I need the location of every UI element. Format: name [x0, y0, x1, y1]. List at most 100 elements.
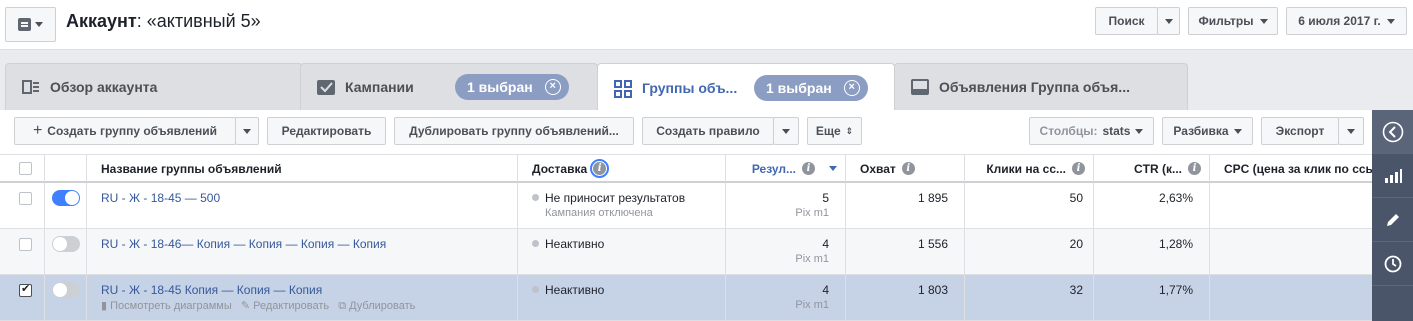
chevron-down-icon — [35, 22, 43, 27]
badge-label: 1 выбран — [766, 79, 832, 96]
more-button[interactable]: Еще ⇕ — [807, 117, 862, 145]
clock-icon — [1384, 255, 1401, 272]
create-ad-set-button[interactable]: + Создать группу объявлений — [14, 117, 236, 145]
delivery-cell: Не приносит результатов Кампания отключе… — [518, 183, 726, 229]
clear-selection-icon[interactable]: × — [843, 79, 860, 96]
ctr-cell: 1,77% — [1094, 275, 1210, 321]
chevron-down-icon — [1164, 18, 1173, 24]
reach-cell: 1 556 — [846, 229, 965, 275]
view-charts-link[interactable]: ▮ Посмотреть диаграммы — [101, 300, 232, 312]
clicks-value: 32 — [1069, 283, 1083, 297]
row-checkbox[interactable] — [19, 238, 32, 251]
search-label: Поиск — [1108, 14, 1145, 28]
toggle-cell — [45, 275, 87, 321]
column-header-name[interactable]: Название группы объявлений — [87, 155, 518, 182]
filters-button[interactable]: Фильтры — [1188, 7, 1278, 35]
duplicate-label: Дублировать группу объявлений... — [409, 124, 619, 138]
columns-button[interactable]: Столбцы: stats — [1029, 117, 1154, 145]
toggle-cell — [45, 229, 87, 275]
rule-dropdown-button[interactable] — [773, 117, 799, 145]
table-row[interactable]: RU - Ж - 18-46— Копия — Копия — Копия — … — [0, 229, 1372, 275]
action-toolbar: + Создать группу объявлений Редактироват… — [0, 110, 1372, 154]
column-header-reach[interactable]: Охват i — [846, 155, 965, 182]
duplicate-link[interactable]: ⧉ Дублировать — [338, 300, 415, 312]
plus-icon: + — [32, 122, 43, 139]
ctr-cell: 2,63% — [1094, 183, 1210, 229]
column-header-delivery[interactable]: Доставка i — [518, 155, 726, 182]
create-dropdown-button[interactable] — [235, 117, 259, 145]
breakdown-button[interactable]: Разбивка — [1162, 117, 1253, 145]
columns-value: stats — [1102, 124, 1131, 138]
grid-icon — [614, 79, 632, 98]
duplicate-button[interactable]: Дублировать группу объявлений... — [394, 117, 634, 145]
select-all-cell — [0, 155, 45, 182]
clicks-cell: 50 — [965, 183, 1094, 229]
column-header-ctr[interactable]: CTR (к... i — [1094, 155, 1210, 182]
column-label: Клики на сс... — [986, 161, 1066, 176]
reach-value: 1 895 — [917, 191, 948, 205]
charts-label: Посмотреть диаграммы — [110, 300, 232, 312]
info-icon[interactable]: i — [802, 162, 815, 175]
column-header-results[interactable]: Резул... i — [726, 155, 846, 182]
filters-label: Фильтры — [1198, 14, 1254, 28]
results-cell: 5 Pix m1 — [726, 183, 846, 229]
rule-label: Создать правило — [656, 124, 760, 138]
duplicate-label: Дублировать — [349, 300, 416, 312]
table-row[interactable]: RU - Ж - 18-45 — 500 Не приносит результ… — [0, 183, 1372, 229]
active-toggle[interactable] — [52, 236, 80, 252]
active-toggle[interactable] — [52, 282, 80, 298]
name-cell: RU - Ж - 18-45 Копия — Копия — Копия ▮ П… — [87, 275, 518, 321]
row-actions: ▮ Посмотреть диаграммы ✎ Редактировать ⧉… — [101, 299, 509, 313]
search-button[interactable]: Поиск — [1095, 7, 1158, 35]
info-icon[interactable]: i — [1072, 162, 1085, 175]
delivery-cell: Неактивно — [518, 229, 726, 275]
select-all-checkbox[interactable] — [19, 162, 32, 175]
results-type: Pix m1 — [795, 207, 829, 219]
history-button[interactable] — [1372, 242, 1413, 286]
ad-sets-table: Название группы объявлений Доставка i Рез… — [0, 154, 1372, 321]
tab-ads[interactable]: Объявления Группа объя... — [894, 63, 1188, 110]
reach-value: 1 803 — [917, 283, 948, 297]
clear-selection-icon[interactable]: × — [544, 79, 561, 95]
active-toggle[interactable] — [52, 190, 80, 206]
edit-label: Редактировать — [253, 300, 330, 312]
date-picker-button[interactable]: 6 июля 2017 г. — [1286, 7, 1407, 35]
create-rule-button[interactable]: Создать правило — [642, 117, 774, 145]
reach-cell: 1 895 — [846, 183, 965, 229]
chevron-left-circle-icon — [1382, 121, 1403, 142]
account-menu-button[interactable] — [5, 7, 56, 42]
column-header-cpc[interactable]: CPC (цена за клик по ссы — [1210, 155, 1372, 182]
collapse-panel-button[interactable] — [1372, 110, 1413, 154]
edit-button[interactable]: Редактировать — [267, 117, 386, 145]
column-header-clicks[interactable]: Клики на сс... i — [965, 155, 1094, 182]
bar-chart-icon — [1384, 168, 1402, 183]
delivery-cell: Неактивно — [518, 275, 726, 321]
toggle-cell — [45, 183, 87, 229]
row-checkbox[interactable] — [19, 192, 32, 205]
tab-campaigns[interactable]: Кампании 1 выбран × — [300, 63, 598, 110]
info-icon[interactable]: i — [1188, 162, 1201, 175]
export-label: Экспорт — [1275, 124, 1325, 138]
table-row[interactable]: RU - Ж - 18-45 Копия — Копия — Копия ▮ П… — [0, 275, 1372, 321]
ctr-value: 2,63% — [1158, 191, 1193, 205]
edit-link[interactable]: ✎ Редактировать — [241, 300, 329, 312]
results-value: 4 — [822, 283, 829, 297]
side-panel — [1372, 110, 1413, 321]
edit-panel-button[interactable] — [1372, 198, 1413, 242]
row-checkbox[interactable] — [19, 282, 32, 297]
results-cell: 4 Pix m1 — [726, 275, 846, 321]
export-dropdown-button[interactable] — [1338, 117, 1364, 145]
tab-account-overview[interactable]: Обзор аккаунта — [5, 63, 303, 110]
ad-set-name-link[interactable]: RU - Ж - 18-45 Копия — Копия — Копия — [101, 283, 322, 297]
toggle-header — [45, 155, 87, 182]
ad-set-name-link[interactable]: RU - Ж - 18-46— Копия — Копия — Копия — … — [101, 237, 386, 251]
export-button[interactable]: Экспорт — [1261, 117, 1339, 145]
tab-ad-sets[interactable]: Группы объ... 1 выбран × — [597, 63, 895, 111]
delivery-status: Не приносит результатов — [545, 191, 686, 205]
info-icon[interactable]: i — [901, 162, 915, 175]
insights-button[interactable] — [1372, 154, 1413, 198]
top-header: Аккаунт: «активный 5» Поиск Фильтры 6 ию… — [0, 0, 1413, 50]
search-dropdown-button[interactable] — [1157, 7, 1180, 35]
ad-set-name-link[interactable]: RU - Ж - 18-45 — 500 — [101, 191, 220, 205]
info-icon[interactable]: i — [590, 159, 610, 178]
